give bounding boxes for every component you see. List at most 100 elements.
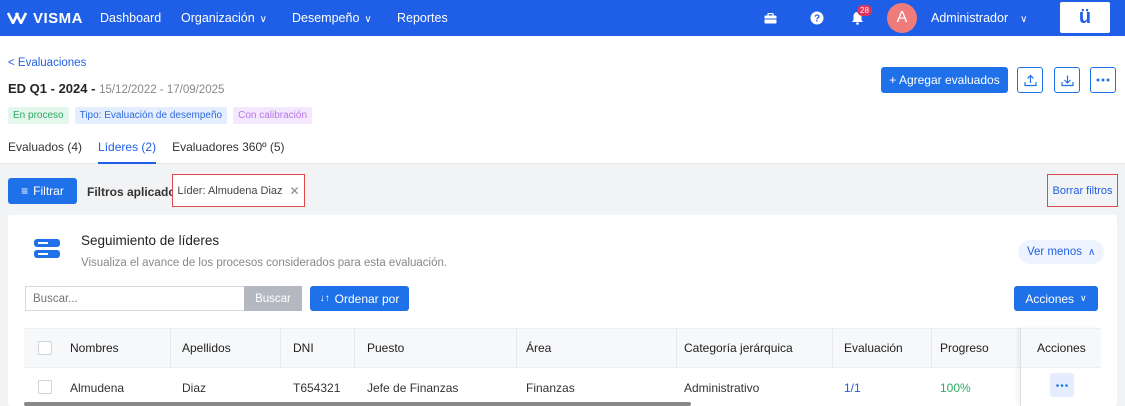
tab-evaluados[interactable]: Evaluados (4): [8, 140, 82, 164]
download-button[interactable]: [1054, 67, 1080, 93]
column-header-progreso[interactable]: Progreso: [940, 341, 989, 355]
close-icon[interactable]: ✕: [290, 184, 300, 198]
upload-button[interactable]: [1017, 67, 1043, 93]
bell-icon[interactable]: 28: [848, 5, 872, 27]
nav-dashboard-label: Dashboard: [100, 11, 162, 25]
briefcase-icon[interactable]: [761, 9, 779, 27]
actions-dropdown-label: Acciones: [1025, 291, 1075, 306]
avatar-initial: A: [896, 9, 908, 26]
back-link[interactable]: < Evaluaciones: [8, 57, 86, 69]
row-actions-button[interactable]: [1050, 373, 1074, 397]
sort-button-label: Ordenar por: [334, 291, 400, 306]
brand-logo[interactable]: VISMA: [7, 10, 83, 27]
more-options-button[interactable]: [1090, 67, 1116, 93]
filter-chip[interactable]: Líder: Almudena Diaz ✕: [172, 174, 305, 207]
ver-menos-button[interactable]: Ver menos ∧: [1018, 240, 1105, 264]
nav-desempeno[interactable]: Desempeño ∨: [292, 11, 372, 25]
tabs: Evaluados (4) Líderes (2) Evaluadores 36…: [8, 140, 301, 164]
evaluation-dates: 15/12/2022 - 17/09/2025: [99, 84, 225, 96]
leaders-tracking-panel: Seguimiento de líderes Visualiza el avan…: [8, 215, 1117, 406]
column-divider: [832, 328, 833, 368]
filter-button[interactable]: ≡ Filtrar: [8, 178, 77, 204]
cell-categoria: Administrativo: [684, 381, 760, 395]
status-badge: En proceso: [8, 107, 69, 124]
tab-evaluadores-360[interactable]: Evaluadores 360º (5): [172, 140, 284, 164]
status-tags: En proceso Tipo: Evaluación de desempeño…: [8, 107, 313, 124]
nav-desempeno-label: Desempeño: [292, 11, 360, 25]
page-title: ED Q1 - 2024 - 15/12/2022 - 17/09/2025: [8, 81, 224, 96]
nav-reportes[interactable]: Reportes: [397, 11, 448, 25]
column-divider: [676, 328, 677, 368]
type-badge: Tipo: Evaluación de desempeño: [74, 107, 228, 124]
evaluation-name: ED Q1 - 2024: [8, 81, 88, 96]
list-icon: [34, 238, 60, 263]
panel-subtitle: Visualiza el avance de los procesos cons…: [81, 257, 448, 269]
sort-button[interactable]: ↓↑ Ordenar por: [310, 286, 409, 311]
add-evaluados-button[interactable]: + Agregar evaluados: [881, 67, 1008, 93]
nav-organizacion[interactable]: Organización ∨: [181, 11, 267, 25]
notification-badge: 28: [857, 5, 872, 16]
app-logo: ü: [1078, 6, 1092, 28]
column-divider: [354, 328, 355, 368]
calibration-badge: Con calibración: [233, 107, 313, 124]
row-checkbox[interactable]: [38, 380, 52, 394]
column-header-acciones: Acciones: [1037, 341, 1086, 355]
tab-lideres[interactable]: Líderes (2): [98, 140, 157, 164]
actions-dropdown[interactable]: Acciones ∨: [1014, 286, 1098, 311]
column-header-dni[interactable]: DNI: [293, 341, 314, 355]
search-button-label: Buscar: [255, 292, 291, 305]
column-header-puesto[interactable]: Puesto: [367, 341, 404, 355]
chevron-down-icon: ∨: [1020, 14, 1028, 25]
svg-text:?: ?: [814, 14, 820, 25]
search-button[interactable]: Buscar: [244, 286, 302, 311]
more-dots-icon: [1096, 78, 1110, 82]
ver-menos-label: Ver menos: [1027, 246, 1082, 258]
column-divider: [280, 328, 281, 368]
evaluation-header: < Evaluaciones ED Q1 - 2024 - 15/12/2022…: [0, 36, 1125, 164]
horizontal-scrollbar[interactable]: [24, 402, 691, 406]
cell-dni: T654321: [293, 381, 341, 395]
search-input[interactable]: [25, 286, 246, 311]
help-icon[interactable]: ?: [808, 9, 826, 27]
column-header-apellidos[interactable]: Apellidos: [182, 341, 231, 355]
avatar[interactable]: A: [887, 3, 917, 33]
add-evaluados-label: + Agregar evaluados: [889, 73, 1000, 87]
clear-filters-link[interactable]: Borrar filtros: [1047, 174, 1118, 207]
column-divider: [516, 328, 517, 368]
filter-icon: ≡: [21, 184, 29, 198]
column-header-nombres[interactable]: Nombres: [70, 341, 119, 355]
chevron-down-icon: ∨: [364, 14, 372, 25]
cell-progreso: 100%: [940, 381, 971, 395]
column-divider: [931, 328, 932, 368]
download-icon: [1060, 75, 1074, 86]
user-menu[interactable]: Administrador ∨: [931, 11, 1027, 25]
clear-filters-label: Borrar filtros: [1052, 184, 1113, 197]
column-header-categoria[interactable]: Categoría jerárquica: [684, 341, 793, 355]
nav-reportes-label: Reportes: [397, 11, 448, 25]
sort-icon: ↓↑: [319, 293, 330, 304]
visma-mark-icon: [7, 12, 28, 24]
upload-icon: [1023, 74, 1037, 86]
filter-chip-label: Líder: Almudena Diaz: [177, 184, 283, 197]
app-logo-box[interactable]: ü: [1060, 2, 1110, 33]
column-header-area[interactable]: Área: [526, 341, 551, 355]
cell-evaluacion-link[interactable]: 1/1: [844, 381, 861, 395]
cell-area: Finanzas: [526, 381, 575, 395]
cell-nombres: Almudena: [70, 381, 125, 395]
more-dots-icon: [1056, 383, 1068, 387]
chevron-down-icon: ∨: [1080, 293, 1087, 303]
cell-apellidos: Diaz: [182, 381, 207, 395]
panel-title: Seguimiento de líderes: [81, 233, 220, 248]
nav-organizacion-label: Organización: [181, 11, 255, 25]
title-separator: -: [87, 81, 100, 96]
chevron-down-icon: ∨: [259, 14, 267, 25]
user-name: Administrador: [931, 11, 1009, 25]
nav-dashboard[interactable]: Dashboard: [100, 11, 161, 25]
select-all-checkbox[interactable]: [38, 341, 52, 355]
top-navigation-bar: VISMA Dashboard Organización ∨ Desempeño ∨…: [0, 0, 1125, 36]
filter-button-label: Filtrar: [33, 184, 64, 198]
cell-puesto: Jefe de Finanzas: [367, 381, 459, 395]
chevron-up-icon: ∧: [1087, 246, 1096, 258]
brand-name: VISMA: [33, 9, 84, 27]
column-header-evaluacion[interactable]: Evaluación: [844, 341, 903, 355]
